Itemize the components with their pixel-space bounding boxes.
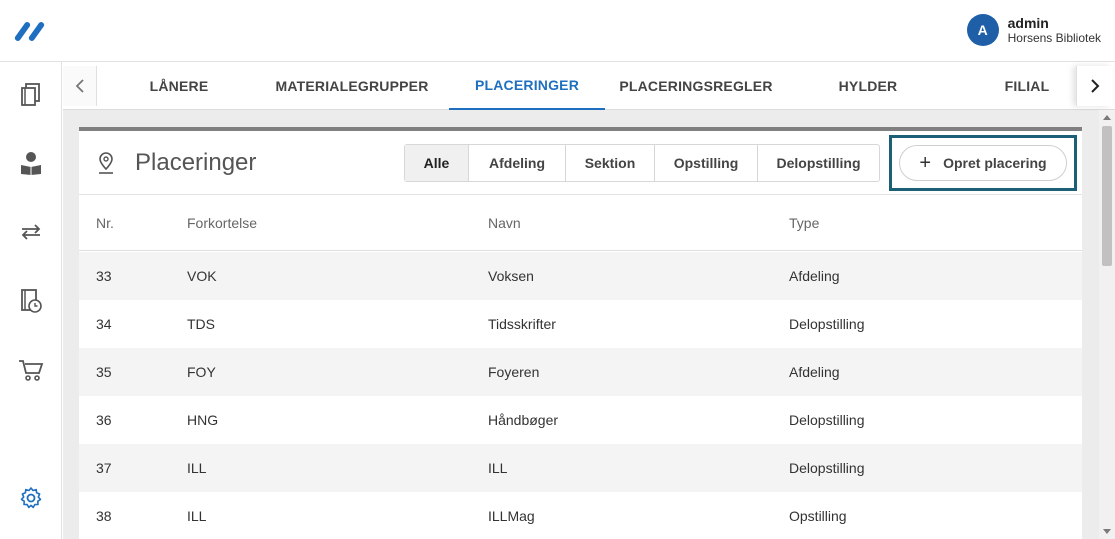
filter-afdeling[interactable]: Afdeling bbox=[469, 145, 566, 181]
table-row[interactable]: 38 ILL ILLMag Opstilling bbox=[79, 492, 1082, 539]
filter-delopstilling[interactable]: Delopstilling bbox=[758, 145, 879, 181]
location-pin-icon bbox=[99, 152, 113, 174]
cell-forkortelse: ILL bbox=[187, 460, 207, 476]
table-row[interactable]: 37 ILL ILL Delopstilling bbox=[79, 444, 1082, 492]
tab-bar: LÅNERE MATERIALEGRUPPER PLACERINGER PLAC… bbox=[63, 62, 1115, 110]
content-area: LÅNERE MATERIALEGRUPPER PLACERINGER PLAC… bbox=[63, 62, 1115, 539]
filter-alle[interactable]: Alle bbox=[405, 145, 469, 181]
tab-laanere[interactable]: LÅNERE bbox=[119, 62, 239, 110]
tab-materialegrupper[interactable]: MATERIALEGRUPPER bbox=[271, 62, 433, 110]
tab-hylder[interactable]: HYLDER bbox=[803, 62, 933, 110]
scroll-up-arrow[interactable] bbox=[1103, 115, 1111, 120]
panel-header: Placeringer Alle Afdeling Sektion Opstil… bbox=[79, 131, 1082, 195]
gear-icon bbox=[20, 487, 42, 509]
cell-nr: 35 bbox=[96, 364, 112, 380]
cell-type: Delopstilling bbox=[789, 412, 865, 428]
cart-icon bbox=[19, 360, 44, 381]
cell-nr: 36 bbox=[96, 412, 112, 428]
scroll-thumb[interactable] bbox=[1102, 126, 1112, 266]
tab-scroll-left[interactable] bbox=[63, 66, 97, 106]
top-bar: A admin Horsens Bibliotek bbox=[0, 0, 1115, 62]
filter-sektion[interactable]: Sektion bbox=[566, 145, 655, 181]
chevron-right-icon bbox=[1090, 79, 1099, 93]
cell-navn: Tidsskrifter bbox=[488, 316, 556, 332]
cell-navn: Foyeren bbox=[488, 364, 540, 380]
cell-nr: 33 bbox=[96, 268, 112, 284]
table-row[interactable]: 34 TDS Tidsskrifter Delopstilling bbox=[79, 300, 1082, 348]
cell-nr: 34 bbox=[96, 316, 112, 332]
cell-navn: Voksen bbox=[488, 268, 534, 284]
type-filter-group: Alle Afdeling Sektion Opstilling Delopst… bbox=[404, 144, 880, 182]
create-placering-button[interactable]: + Opret placering bbox=[899, 145, 1067, 181]
exchange-icon bbox=[21, 224, 41, 240]
user-library: Horsens Bibliotek bbox=[1007, 31, 1101, 45]
tab-placeringer[interactable]: PLACERINGER bbox=[449, 62, 605, 110]
column-header-navn[interactable]: Navn bbox=[488, 215, 521, 231]
placeringer-panel: Placeringer Alle Afdeling Sektion Opstil… bbox=[79, 127, 1082, 539]
cell-forkortelse: TDS bbox=[187, 316, 215, 332]
cell-navn: ILLMag bbox=[488, 508, 535, 524]
user-menu[interactable]: A admin Horsens Bibliotek bbox=[966, 12, 1101, 48]
sidebar-item-books[interactable] bbox=[17, 80, 45, 108]
cell-navn: ILL bbox=[488, 460, 508, 476]
filter-opstilling[interactable]: Opstilling bbox=[655, 145, 758, 181]
cell-forkortelse: FOY bbox=[187, 364, 216, 380]
create-button-label: Opret placering bbox=[943, 155, 1047, 171]
books-icon bbox=[21, 83, 40, 106]
create-button-highlight: + Opret placering bbox=[889, 135, 1077, 191]
cell-forkortelse: ILL bbox=[187, 508, 207, 524]
column-header-type[interactable]: Type bbox=[789, 215, 819, 231]
column-header-nr[interactable]: Nr. bbox=[96, 215, 114, 231]
cell-type: Afdeling bbox=[789, 364, 840, 380]
sidebar bbox=[0, 62, 62, 539]
tab-scroll-right[interactable] bbox=[1076, 66, 1112, 106]
sidebar-item-settings[interactable] bbox=[17, 484, 45, 512]
cell-type: Opstilling bbox=[789, 508, 847, 524]
tab-filial[interactable]: FILIAL bbox=[977, 62, 1077, 110]
sidebar-item-circulation[interactable] bbox=[17, 218, 45, 246]
user-name: admin bbox=[1007, 15, 1049, 31]
scroll-down-arrow[interactable] bbox=[1103, 529, 1111, 534]
sidebar-item-patrons[interactable] bbox=[17, 149, 45, 177]
cell-nr: 37 bbox=[96, 460, 112, 476]
app-logo[interactable] bbox=[12, 19, 48, 41]
tab-placeringsregler[interactable]: PLACERINGSREGLER bbox=[615, 62, 777, 110]
book-clock-icon bbox=[21, 289, 42, 313]
cell-forkortelse: VOK bbox=[187, 268, 217, 284]
cell-type: Afdeling bbox=[789, 268, 840, 284]
cell-forkortelse: HNG bbox=[187, 412, 219, 428]
column-header-forkortelse[interactable]: Forkortelse bbox=[187, 215, 257, 231]
table-header: Nr. Forkortelse Navn Type bbox=[79, 195, 1082, 251]
sidebar-item-acquisitions[interactable] bbox=[17, 356, 45, 384]
plus-icon: + bbox=[919, 152, 932, 174]
page-title: Placeringer bbox=[135, 149, 257, 176]
table-row[interactable]: 35 FOY Foyeren Afdeling bbox=[79, 348, 1082, 396]
cell-navn: Håndbøger bbox=[488, 412, 559, 428]
table-row[interactable]: 36 HNG Håndbøger Delopstilling bbox=[79, 396, 1082, 444]
scrollbar[interactable] bbox=[1099, 110, 1115, 539]
avatar[interactable]: A bbox=[966, 14, 999, 46]
reader-icon bbox=[21, 152, 41, 175]
chevron-left-icon bbox=[75, 79, 84, 93]
sidebar-item-reservations[interactable] bbox=[17, 287, 45, 315]
cell-type: Delopstilling bbox=[789, 460, 865, 476]
cell-nr: 38 bbox=[96, 508, 112, 524]
table-row[interactable]: 33 VOK Voksen Afdeling bbox=[79, 252, 1082, 300]
cell-type: Delopstilling bbox=[789, 316, 865, 332]
